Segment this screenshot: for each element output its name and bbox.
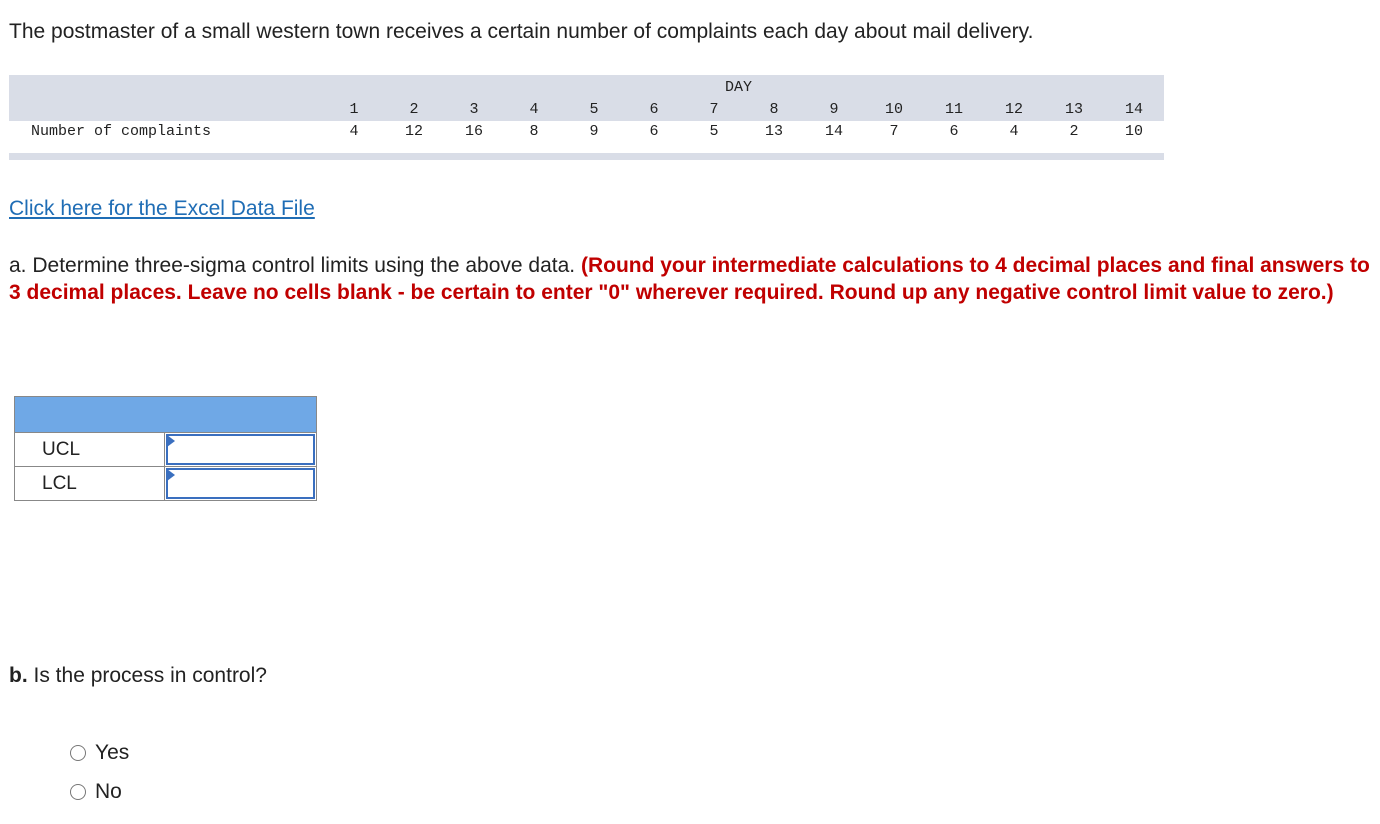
day-header-cell: 11 — [944, 101, 963, 118]
complaint-value-cell: 6 — [949, 123, 959, 140]
complaint-value-cell: 5 — [709, 123, 719, 140]
day-header-cell: 6 — [649, 101, 659, 118]
lcl-label: LCL — [15, 467, 165, 500]
day-header-cell: 2 — [409, 101, 419, 118]
question-a: a. Determine three-sigma control limits … — [9, 252, 1379, 306]
day-header-cell: 8 — [769, 101, 779, 118]
answer-row-lcl: LCL — [15, 467, 316, 500]
radio-label-no: No — [95, 780, 122, 803]
day-header-cell: 7 — [709, 101, 719, 118]
day-header-cell: 9 — [829, 101, 839, 118]
day-header-cell: 4 — [529, 101, 539, 118]
question-a-text: a. Determine three-sigma control limits … — [9, 254, 581, 277]
row-label: Number of complaints — [31, 123, 212, 140]
day-header-cell: 10 — [884, 101, 903, 118]
ucl-input-cell[interactable] — [166, 434, 315, 465]
answer-table-header — [15, 397, 316, 433]
complaint-value-cell: 4 — [1009, 123, 1019, 140]
day-header-cell: 12 — [1004, 101, 1023, 118]
day-header-cell: 5 — [589, 101, 599, 118]
radio-circle-icon[interactable] — [70, 745, 86, 761]
day-group-header: DAY — [725, 79, 753, 96]
complaint-value-cell: 13 — [764, 123, 783, 140]
table-footer-bar — [9, 153, 1164, 160]
table-header: DAY 1 2 3 4 5 6 7 8 9 10 11 12 13 14 — [9, 75, 1164, 121]
complaint-value-cell: 7 — [889, 123, 899, 140]
question-b-text: Is the process in control? — [27, 664, 267, 687]
complaint-value-cell: 4 — [349, 123, 359, 140]
radio-option-no[interactable]: No — [70, 780, 122, 804]
complaint-value-cell: 6 — [649, 123, 659, 140]
radio-label-yes: Yes — [95, 741, 130, 764]
input-marker-icon — [167, 435, 175, 447]
day-header-cell: 3 — [469, 101, 479, 118]
input-marker-icon — [167, 469, 175, 481]
answer-row-ucl: UCL — [15, 433, 316, 467]
answer-table: UCL LCL — [14, 396, 317, 501]
complaint-value-cell: 12 — [404, 123, 423, 140]
complaint-value-cell: 8 — [529, 123, 539, 140]
question-b-number: b. — [9, 664, 28, 687]
complaint-value-cell: 14 — [824, 123, 843, 140]
ucl-input[interactable] — [168, 436, 313, 463]
complaint-value-cell: 16 — [464, 123, 483, 140]
lcl-input-cell[interactable] — [166, 468, 315, 499]
radio-option-yes[interactable]: Yes — [70, 741, 129, 765]
lcl-input[interactable] — [168, 470, 313, 497]
complaint-value-cell: 9 — [589, 123, 599, 140]
question-b: b. Is the process in control? — [9, 664, 267, 688]
complaints-data-table: DAY 1 2 3 4 5 6 7 8 9 10 11 12 13 14 Number of compla… — [9, 75, 1164, 160]
day-header-cell: 14 — [1124, 101, 1143, 118]
complaint-value-cell: 10 — [1124, 123, 1143, 140]
table-row: Number of complaints 4 12 16 8 9 6 5 13 14 7 6 4 2 10 — [9, 121, 1164, 145]
radio-circle-icon[interactable] — [70, 784, 86, 800]
excel-data-file-link[interactable]: Click here for the Excel Data File — [9, 197, 315, 221]
day-header-cell: 1 — [349, 101, 359, 118]
problem-intro: The postmaster of a small western town r… — [9, 20, 1034, 43]
complaint-value-cell: 2 — [1069, 123, 1079, 140]
day-header-cell: 13 — [1064, 101, 1083, 118]
ucl-label: UCL — [15, 433, 165, 466]
